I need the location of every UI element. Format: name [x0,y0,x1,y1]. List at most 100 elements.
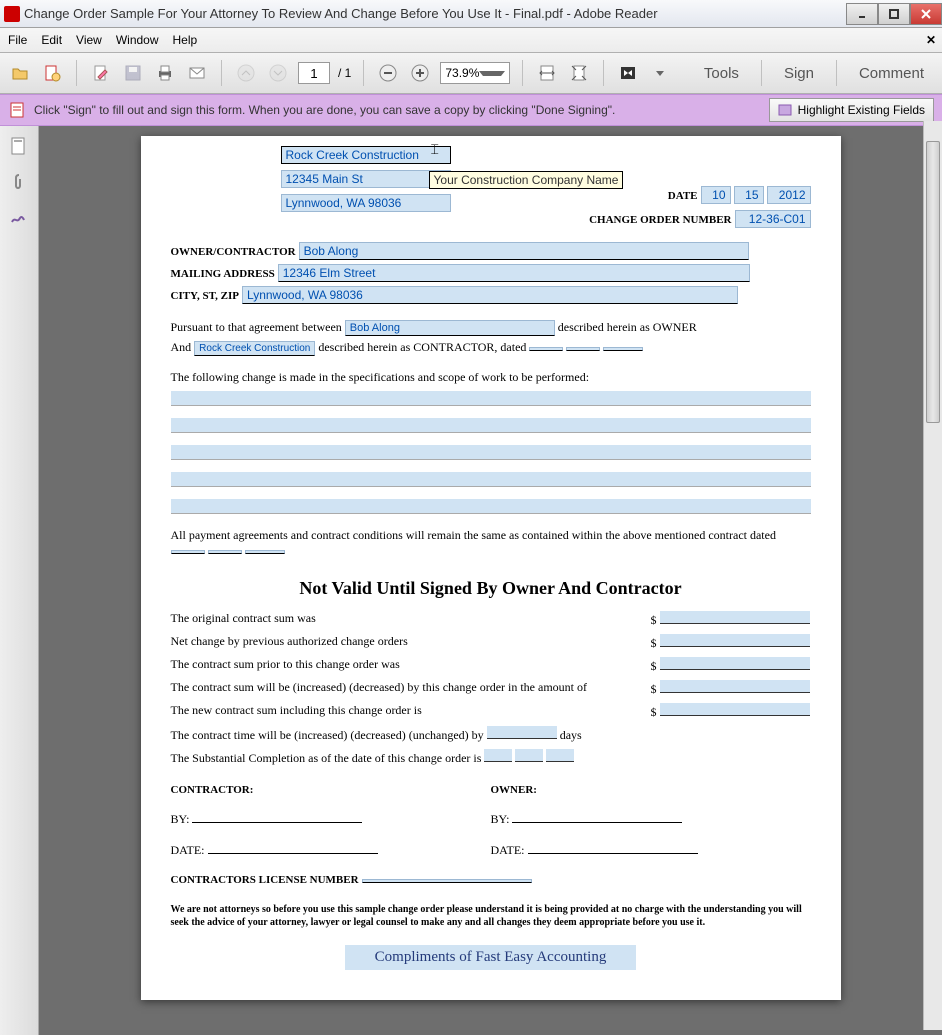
zoom-select[interactable]: 73.9% [440,62,510,84]
label-s4: The contract sum will be (increased) (de… [171,680,651,697]
fit-page-icon[interactable] [567,61,591,85]
field-s7m[interactable] [484,749,512,762]
open-icon[interactable] [8,61,32,85]
sign-message: Click "Sign" to fill out and sign this f… [34,103,761,117]
zoom-in-icon[interactable] [408,61,432,85]
text-contractor-desc: described herein as CONTRACTOR, dated [318,340,529,354]
field-by-c[interactable] [192,810,362,823]
app-icon [4,6,20,22]
page-up-icon[interactable] [234,61,258,85]
text-compliments: Compliments of Fast Easy Accounting [345,945,637,970]
label-date-o: DATE: [491,843,525,857]
close-button[interactable] [910,3,942,25]
field-contractor-name[interactable]: Rock Creek Construction [194,341,315,356]
field-mailing[interactable]: 12346 Elm Street [278,264,750,282]
fit-width-icon[interactable] [535,61,559,85]
field-company[interactable]: Rock Creek Construction [281,146,451,164]
field-s4[interactable] [660,680,810,693]
field-cd-y[interactable] [245,550,285,554]
label-s3: The contract sum prior to this change or… [171,657,651,674]
field-s1[interactable] [660,611,810,624]
label-s6: The contract time will be (increased) (d… [171,728,487,742]
field-s6[interactable] [487,726,557,739]
text-and: And [171,340,195,354]
sign-info-bar: Click "Sign" to fill out and sign this f… [0,94,942,126]
text-change-desc: The following change is made in the spec… [171,370,811,385]
field-change-order-num[interactable]: 12-36-C01 [735,210,811,228]
edit-icon[interactable] [89,61,113,85]
field-s7d[interactable] [515,749,543,762]
menu-close-icon[interactable]: ✕ [926,33,936,47]
dropdown-icon[interactable] [648,61,672,85]
text-disclaimer: We are not attorneys so before you use t… [171,903,811,929]
label-s7: The Substantial Completion as of the dat… [171,751,485,765]
label-change-order-num: CHANGE ORDER NUMBER [589,214,731,226]
field-desc-5[interactable] [171,499,811,514]
field-license[interactable] [362,879,532,883]
field-s7y[interactable] [546,749,574,762]
save-icon[interactable] [121,61,145,85]
field-city[interactable]: Lynnwood, WA 98036 [242,286,738,304]
label-s1: The original contract sum was [171,611,651,628]
menu-help[interactable]: Help [173,33,198,47]
field-cd-m[interactable] [171,550,205,554]
menu-view[interactable]: View [76,33,102,47]
page-input[interactable] [298,62,330,84]
field-date-y[interactable]: 2012 [767,186,811,204]
scrollbar-thumb[interactable] [926,141,940,423]
label-date-c: DATE: [171,843,205,857]
highlight-fields-button[interactable]: Highlight Existing Fields [769,98,934,122]
page-down-icon[interactable] [266,61,290,85]
text-cursor: ⌶ [431,141,439,158]
menu-window[interactable]: Window [116,33,159,47]
signatures-icon[interactable] [7,206,31,230]
menu-edit[interactable]: Edit [41,33,62,47]
field-desc-2[interactable] [171,418,811,433]
window-title: Change Order Sample For Your Attorney To… [24,6,846,21]
field-cd-d[interactable] [208,550,242,554]
field-agr-date-y[interactable] [603,347,643,351]
field-desc-4[interactable] [171,472,811,487]
field-desc-1[interactable] [171,391,811,406]
label-s6b: days [557,728,582,742]
field-agr-date-d[interactable] [566,347,600,351]
print-icon[interactable] [153,61,177,85]
zoom-out-icon[interactable] [376,61,400,85]
vertical-scrollbar[interactable] [923,121,942,1030]
field-agr-date-m[interactable] [529,347,563,351]
attachments-icon[interactable] [7,170,31,194]
field-s5[interactable] [660,703,810,716]
sign-panel-button[interactable]: Sign [774,54,824,92]
label-city: CITY, ST, ZIP [171,290,239,302]
thumbnails-icon[interactable] [7,134,31,158]
field-date-m[interactable]: 10 [701,186,731,204]
minimize-button[interactable] [846,3,878,25]
field-s2[interactable] [660,634,810,647]
field-s3[interactable] [660,657,810,670]
menu-file[interactable]: File [8,33,27,47]
tools-panel-button[interactable]: Tools [694,54,749,92]
read-mode-icon[interactable] [616,61,640,85]
form-icon [8,101,26,119]
field-by-o[interactable] [512,810,682,823]
field-owner-contractor[interactable]: Bob Along [299,242,749,260]
field-addr1[interactable]: 12345 Main St [281,170,451,188]
field-date-d[interactable]: 15 [734,186,764,204]
field-addr2[interactable]: Lynnwood, WA 98036 [281,194,451,212]
field-date-c[interactable] [208,841,378,854]
label-s5: The new contract sum including this chan… [171,703,651,720]
label-by-o: BY: [491,812,510,826]
create-pdf-icon[interactable] [40,61,64,85]
field-date-o[interactable] [528,841,698,854]
label-by-c: BY: [171,812,190,826]
heading-not-valid: Not Valid Until Signed By Owner And Cont… [171,578,811,599]
label-date: DATE [668,190,698,202]
document-view[interactable]: ⌶ Your Construction Company Name Rock Cr… [39,126,942,1035]
field-desc-3[interactable] [171,445,811,460]
email-icon[interactable] [185,61,209,85]
label-contractor: CONTRACTOR: [171,784,491,796]
field-owner-name[interactable]: Bob Along [345,320,555,336]
comment-panel-button[interactable]: Comment [849,54,934,92]
maximize-button[interactable] [878,3,910,25]
pdf-page: ⌶ Your Construction Company Name Rock Cr… [141,136,841,1000]
